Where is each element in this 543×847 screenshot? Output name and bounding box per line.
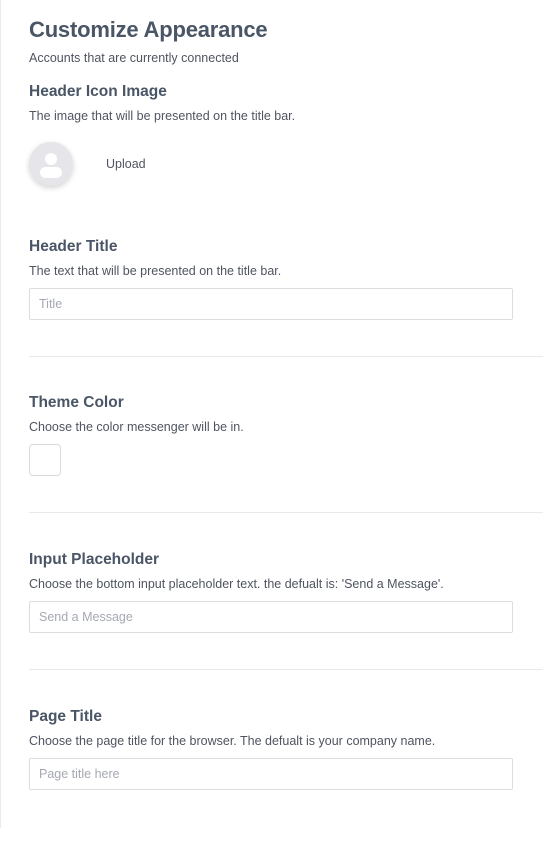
input-placeholder-description: Choose the bottom input placeholder text… [29, 577, 444, 591]
section-divider [29, 512, 543, 513]
page-title-section: Page Title Choose the page title for the… [29, 707, 543, 790]
page-title-setting-title: Page Title [29, 708, 102, 725]
theme-color-swatch[interactable] [29, 444, 61, 476]
page-title: Customize Appearance [29, 17, 268, 42]
input-placeholder-input[interactable] [29, 601, 513, 633]
customize-appearance-page: Customize Appearance Accounts that are c… [0, 0, 543, 847]
upload-row: Upload [29, 142, 543, 186]
page-title-input[interactable] [29, 758, 513, 790]
page-title-setting-description: Choose the page title for the browser. T… [29, 734, 436, 748]
upload-button[interactable]: Upload [106, 157, 146, 171]
user-avatar-icon [29, 142, 73, 186]
header-title-input[interactable] [29, 288, 513, 320]
section-divider [29, 669, 543, 670]
input-placeholder-section: Input Placeholder Choose the bottom inpu… [29, 550, 543, 633]
theme-color-title: Theme Color [29, 394, 124, 411]
theme-color-section: Theme Color Choose the color messenger w… [29, 393, 543, 476]
left-border [0, 0, 1, 828]
theme-color-description: Choose the color messenger will be in. [29, 420, 244, 434]
header-title-title: Header Title [29, 238, 118, 255]
section-divider [29, 356, 543, 357]
header-icon-title: Header Icon Image [29, 83, 167, 100]
page-subtitle: Accounts that are currently connected [29, 51, 239, 65]
header-title-description: The text that will be presented on the t… [29, 264, 282, 278]
header-icon-description: The image that will be presented on the … [29, 109, 296, 123]
header-icon-section: Header Icon Image The image that will be… [29, 82, 543, 186]
header-title-section: Header Title The text that will be prese… [29, 237, 543, 320]
input-placeholder-title: Input Placeholder [29, 551, 160, 568]
settings-content: Customize Appearance Accounts that are c… [29, 16, 543, 790]
